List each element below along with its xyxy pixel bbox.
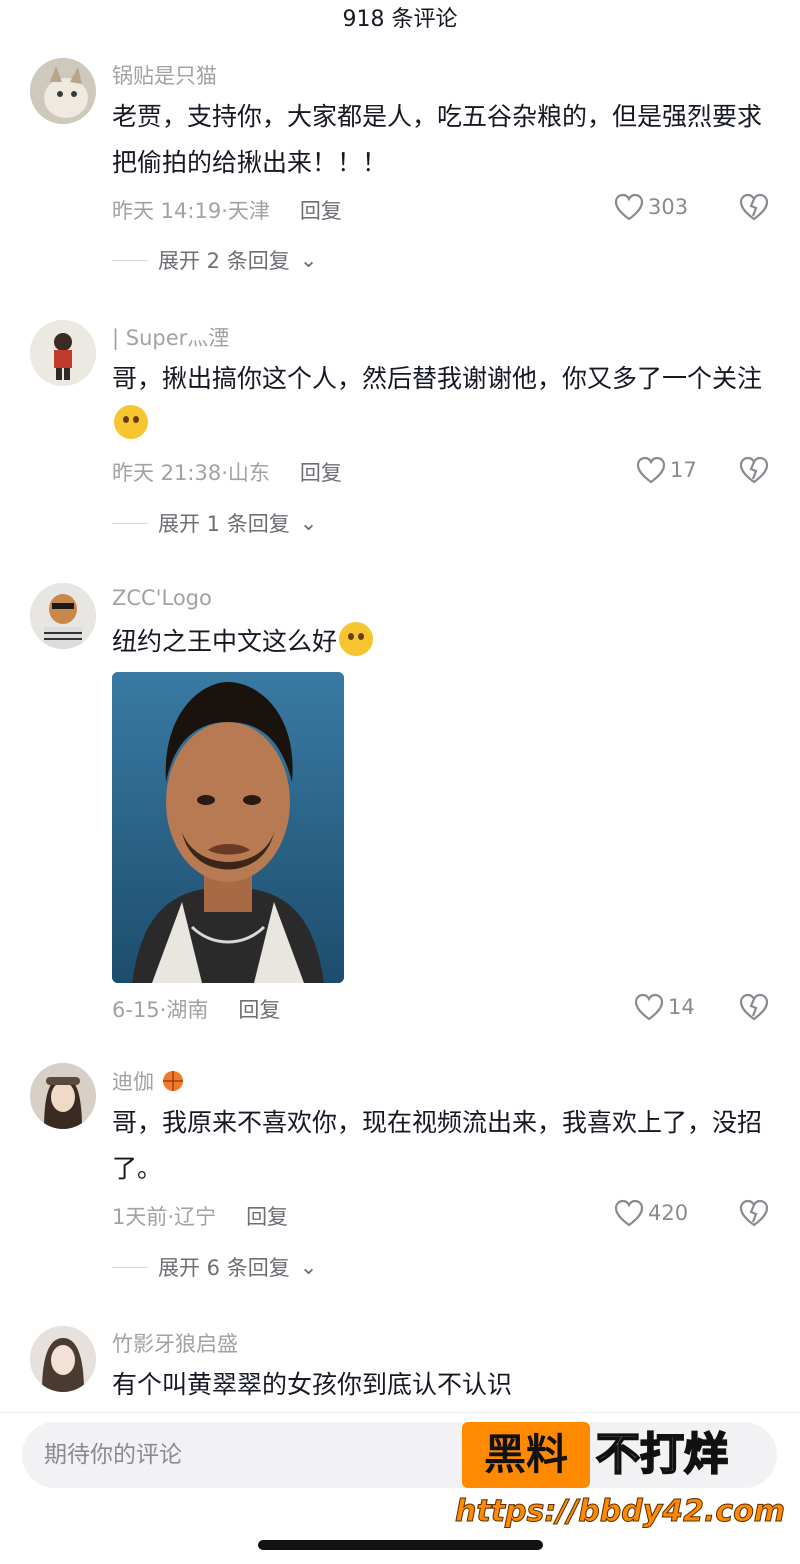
heart-icon: [634, 993, 664, 1021]
like-button[interactable]: 303: [614, 192, 704, 222]
comment-text: 有个叫黄翠翠的女孩你到底认不认识: [112, 1370, 513, 1399]
avatar[interactable]: [30, 1063, 96, 1129]
expand-replies-label: 展开 2 条回复: [158, 249, 290, 273]
like-count: 14: [668, 995, 695, 1019]
expand-replies-label: 展开 6 条回复: [158, 1256, 290, 1280]
comment-image[interactable]: [112, 672, 344, 983]
watermark-url: https://bbdy42.com: [454, 1494, 786, 1530]
like-button[interactable]: 14: [634, 992, 724, 1022]
like-button[interactable]: 420: [614, 1198, 704, 1228]
like-button[interactable]: 17: [636, 455, 726, 485]
like-count: 420: [648, 1201, 689, 1225]
comment-location: 辽宁: [174, 1205, 217, 1229]
divider-line: [112, 259, 148, 261]
basketball-icon: [162, 1071, 183, 1091]
watermark-text: 不打烊: [595, 1428, 729, 1481]
heart-icon: [614, 1199, 644, 1227]
comment-meta: 昨天 14:19·天津 回复: [112, 199, 342, 223]
reply-button[interactable]: 回复: [300, 199, 342, 223]
avatar[interactable]: [30, 1326, 96, 1392]
expand-replies-label: 展开 1 条回复: [158, 512, 290, 536]
like-count: 17: [670, 458, 697, 482]
avatar[interactable]: [30, 583, 96, 649]
home-indicator[interactable]: [258, 1540, 543, 1550]
expand-replies-button[interactable]: 展开 2 条回复 ⌄: [112, 245, 317, 275]
chevron-down-icon: ⌄: [299, 248, 318, 272]
comment-text: 哥，我原来不喜欢你，现在视频流出来，我喜欢上了，没招了。: [112, 1108, 763, 1183]
comment-time: 1天前: [112, 1205, 168, 1229]
comment-time: 6-15: [112, 998, 160, 1022]
comment-location: 湖南: [166, 998, 209, 1022]
comment-time: 昨天 21:38: [112, 461, 222, 485]
comment-location: 天津: [227, 199, 270, 223]
like-count: 303: [648, 195, 689, 219]
reply-button[interactable]: 回复: [300, 461, 342, 485]
thinking-emoji-icon: [114, 405, 148, 439]
comment-meta: 6-15·湖南 回复: [112, 998, 281, 1022]
comment-location: 山东: [227, 461, 270, 485]
divider-line: [112, 1266, 148, 1268]
chevron-down-icon: ⌄: [299, 511, 318, 535]
heart-icon: [614, 193, 644, 221]
comment-text: 老贾，支持你，大家都是人，吃五谷杂粮的，但是强烈要求把偷拍的给揪出来！！！: [112, 102, 763, 177]
avatar[interactable]: [30, 58, 96, 124]
comment-text: 哥，揪出搞你这个人，然后替我谢谢他，你又多了一个关注: [112, 356, 762, 448]
dislike-icon[interactable]: [738, 455, 770, 485]
comment-username[interactable]: 锅贴是只猫: [112, 60, 217, 90]
dislike-icon[interactable]: [738, 1198, 770, 1228]
chevron-down-icon: ⌄: [299, 1255, 318, 1279]
avatar[interactable]: [30, 320, 96, 386]
comment-text: 纽约之王中文这么好: [112, 619, 762, 665]
comment-username[interactable]: 迪伽: [112, 1066, 185, 1096]
reply-button[interactable]: 回复: [238, 998, 280, 1022]
dislike-icon[interactable]: [738, 192, 770, 222]
comment-time: 昨天 14:19: [112, 199, 222, 223]
comment-username[interactable]: 竹影牙狼启盛: [112, 1328, 238, 1358]
dislike-icon[interactable]: [738, 992, 770, 1022]
reply-button[interactable]: 回复: [246, 1205, 288, 1229]
comment-username[interactable]: | Super灬湮: [112, 322, 229, 352]
comment-meta: 昨天 21:38·山东 回复: [112, 461, 342, 485]
laughing-emoji-icon: [339, 622, 374, 656]
watermark-label: 黑料: [462, 1422, 590, 1488]
heart-icon: [636, 456, 666, 484]
comment-input-placeholder: 期待你的评论: [44, 1442, 182, 1468]
divider-line: [112, 522, 148, 524]
comment-username[interactable]: ZCC'Logo: [112, 586, 212, 610]
comments-count-title: 918 条评论: [342, 7, 458, 32]
expand-replies-button[interactable]: 展开 6 条回复 ⌄: [112, 1252, 317, 1282]
expand-replies-button[interactable]: 展开 1 条回复 ⌄: [112, 508, 317, 538]
comment-meta: 1天前·辽宁 回复: [112, 1205, 289, 1229]
